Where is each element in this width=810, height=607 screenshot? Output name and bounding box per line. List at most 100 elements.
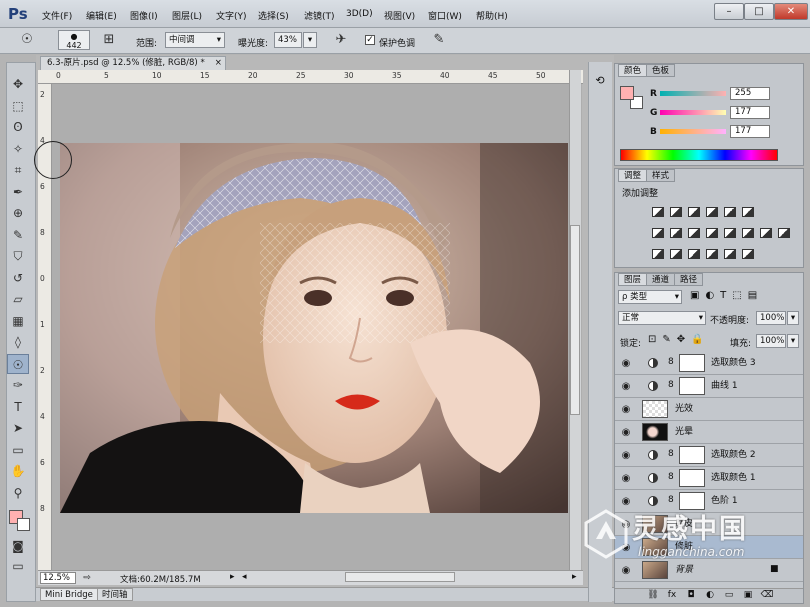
chain-link-icon[interactable]: 8	[668, 449, 674, 459]
adjustment-icon[interactable]	[724, 228, 736, 238]
b-slider[interactable]	[660, 129, 726, 134]
path-select-icon[interactable]: ➤	[7, 418, 29, 438]
photo-portrait[interactable]	[60, 143, 568, 513]
menu-item-2[interactable]: 图像(I)	[130, 9, 158, 22]
brush-size-picker[interactable]: ● 442	[58, 30, 90, 50]
visibility-eye-icon[interactable]: ◉	[620, 421, 632, 444]
minimize-button[interactable]: –	[714, 3, 744, 20]
r-input[interactable]: 255	[730, 87, 770, 100]
brush-tool-icon[interactable]: ✎	[7, 225, 29, 245]
eyedropper-icon[interactable]: ✒	[7, 182, 29, 202]
adjustment-icon[interactable]	[724, 249, 736, 259]
range-select[interactable]: 中间调 ▾	[165, 32, 225, 48]
layer-mask-thumbnail[interactable]	[679, 446, 705, 464]
adjustment-icon[interactable]	[688, 249, 700, 259]
menu-item-1[interactable]: 编辑(E)	[86, 9, 117, 22]
crop-tool-icon[interactable]: ⌗	[7, 160, 29, 180]
horizontal-scroll-thumb[interactable]	[345, 572, 455, 582]
history-brush-icon[interactable]: ↺	[7, 268, 29, 288]
layer-row[interactable]	[615, 352, 803, 375]
adjustment-icon[interactable]	[652, 249, 664, 259]
layer-mask-thumbnail[interactable]	[679, 469, 705, 487]
tab-paths[interactable]: 路径	[674, 273, 704, 286]
layer-mask-thumbnail[interactable]	[679, 354, 705, 372]
status-menu-arrow[interactable]: ▸	[230, 572, 235, 582]
foreground-color-swatch[interactable]	[620, 86, 634, 100]
fx-icon[interactable]: fx	[665, 590, 679, 600]
close-icon[interactable]: ×	[215, 58, 222, 68]
layer-name[interactable]: 光晕	[675, 421, 693, 444]
layer-row[interactable]	[615, 444, 803, 467]
new-layer-icon[interactable]: ▣	[741, 590, 755, 600]
fill-input[interactable]: 100%	[756, 334, 786, 348]
g-input[interactable]: 177	[730, 106, 770, 119]
menu-item-8[interactable]: 视图(V)	[384, 9, 415, 22]
tab-adjustments[interactable]: 调整	[618, 169, 648, 182]
vertical-scroll-thumb[interactable]	[570, 225, 580, 415]
chain-link-icon[interactable]: 8	[668, 472, 674, 482]
b-input[interactable]: 177	[730, 125, 770, 138]
chain-link-icon[interactable]: 8	[668, 495, 674, 505]
tab-swatches[interactable]: 色板	[646, 64, 676, 77]
dodge-tool-preset-icon[interactable]: ☉	[18, 31, 36, 49]
chain-link-icon[interactable]: 8	[668, 380, 674, 390]
history-icon[interactable]: ⟲	[592, 74, 608, 90]
scroll-right-arrow[interactable]: ▸	[572, 572, 577, 582]
maximize-button[interactable]: □	[744, 3, 774, 20]
pen-tool-icon[interactable]: ✑	[7, 375, 29, 395]
adjustment-icon[interactable]	[724, 207, 736, 217]
shape-tool-icon[interactable]: ▭	[7, 440, 29, 460]
g-slider[interactable]	[660, 110, 726, 115]
adjustment-icon[interactable]	[670, 249, 682, 259]
layer-name[interactable]: 选取颜色 3	[711, 352, 756, 375]
document-tab[interactable]: 6.3-原片.psd @ 12.5% (修脏, RGB/8) * ×	[40, 56, 226, 70]
menu-item-3[interactable]: 图层(L)	[172, 9, 202, 22]
color-spectrum[interactable]	[620, 149, 778, 161]
zoom-input[interactable]: 12.5%	[40, 572, 76, 584]
adjustment-icon[interactable]: ◐	[703, 590, 717, 600]
airbrush-icon[interactable]: ✈	[332, 31, 350, 49]
tab-styles[interactable]: 样式	[646, 169, 676, 182]
menu-item-6[interactable]: 滤镜(T)	[304, 9, 335, 22]
layer-filter-icons[interactable]: ▣◐T⬚▤	[690, 290, 763, 301]
visibility-eye-icon[interactable]: ◉	[620, 375, 632, 398]
menu-item-5[interactable]: 选择(S)	[258, 9, 289, 22]
adjustment-icon[interactable]	[670, 207, 682, 217]
adjustment-icon[interactable]	[742, 249, 754, 259]
mask-icon[interactable]: ◘	[684, 590, 698, 600]
visibility-eye-icon[interactable]: ◉	[620, 444, 632, 467]
trash-icon[interactable]: ⌫	[760, 590, 774, 600]
adjustment-icon[interactable]	[778, 228, 790, 238]
adjustment-icon[interactable]	[706, 207, 718, 217]
menu-item-4[interactable]: 文字(Y)	[216, 9, 247, 22]
adjustment-icon[interactable]	[742, 228, 754, 238]
move-tool-icon[interactable]: ✥	[7, 74, 29, 94]
lock-icons[interactable]: ⊡✎✥🔒	[648, 334, 710, 345]
adjustment-icon[interactable]	[652, 228, 664, 238]
adjustment-icon[interactable]	[688, 228, 700, 238]
layer-thumbnail[interactable]	[642, 423, 668, 441]
chain-link-icon[interactable]: 8	[668, 357, 674, 367]
adjustment-icon[interactable]	[652, 207, 664, 217]
menu-item-0[interactable]: 文件(F)	[42, 9, 72, 22]
toolbar-background-swatch[interactable]	[17, 518, 30, 531]
layer-row[interactable]	[615, 375, 803, 398]
visibility-eye-icon[interactable]: ◉	[620, 467, 632, 490]
blur-tool-icon[interactable]: ◊	[7, 332, 29, 352]
adjustment-icon[interactable]	[742, 207, 754, 217]
lasso-tool-icon[interactable]: ʘ	[7, 117, 29, 137]
stamp-tool-icon[interactable]: ⛉	[7, 246, 29, 266]
folder-icon[interactable]: ▭	[722, 590, 736, 600]
layer-name[interactable]: 光效	[675, 398, 693, 421]
layer-name[interactable]: 选取颜色 2	[711, 444, 756, 467]
adjustment-icon[interactable]	[688, 207, 700, 217]
visibility-eye-icon[interactable]: ◉	[620, 398, 632, 421]
link-icon[interactable]: ⛓	[646, 590, 660, 600]
layer-row[interactable]	[615, 467, 803, 490]
healing-brush-icon[interactable]: ⊕	[7, 203, 29, 223]
menu-item-10[interactable]: 帮助(H)	[476, 9, 508, 22]
eraser-tool-icon[interactable]: ▱	[7, 289, 29, 309]
dodge-tool-icon[interactable]: ☉	[7, 353, 29, 374]
opacity-input[interactable]: 100%	[756, 311, 786, 325]
adjustment-icon[interactable]	[760, 228, 772, 238]
